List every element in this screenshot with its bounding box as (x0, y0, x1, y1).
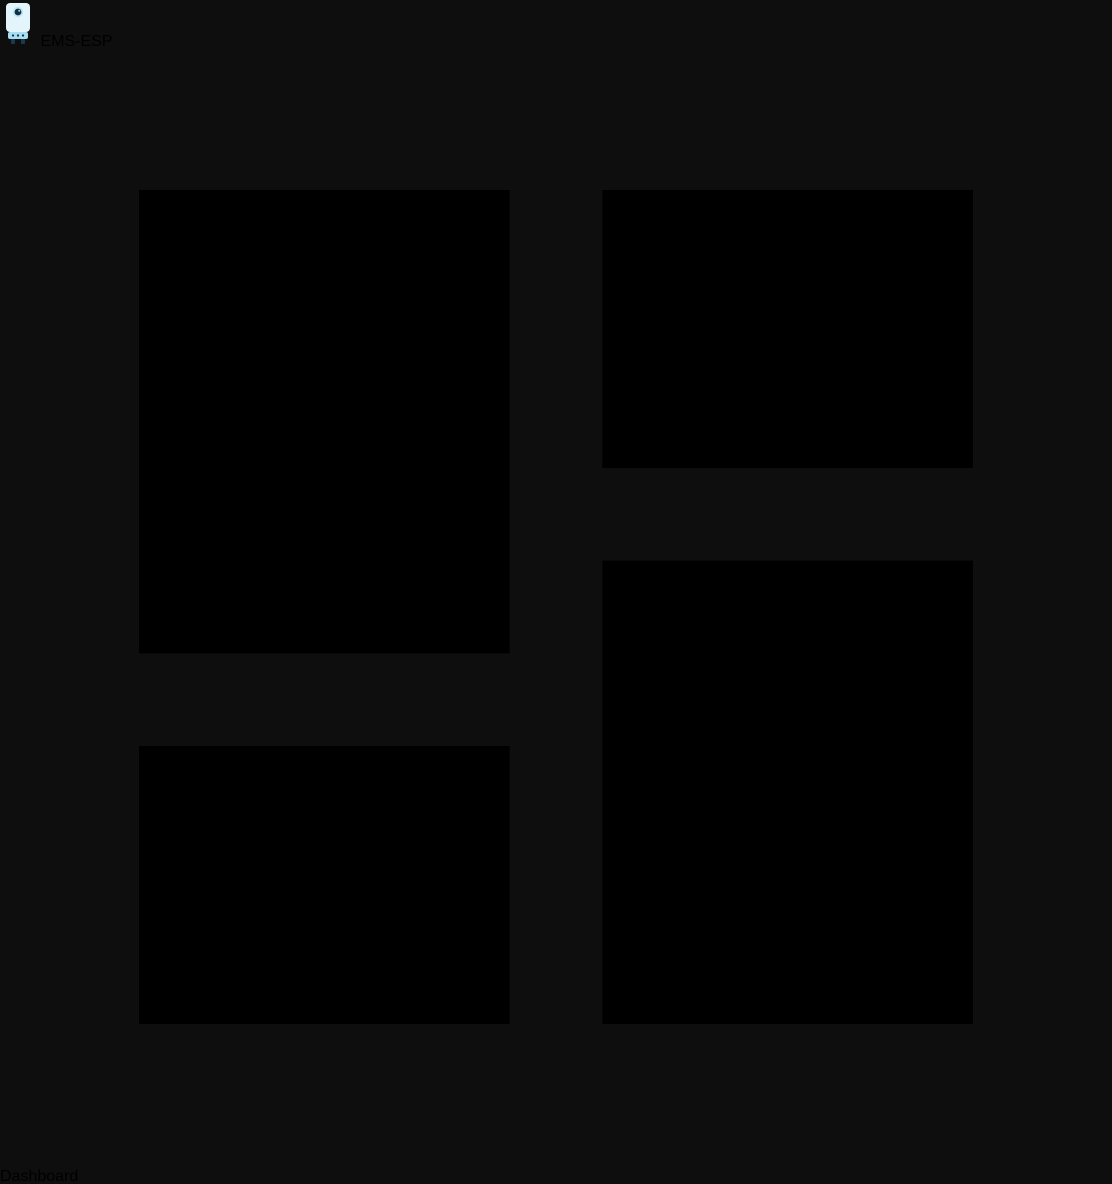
background-image-strip (0, 0, 7, 1184)
logo-bar: EMS-ESP (0, 0, 1112, 51)
app-title: EMS-ESP (40, 33, 112, 50)
sidebar-item-dashboard[interactable]: Dashboard (0, 51, 1112, 1184)
sidebar: DashboardSettingsHelpNetworkAccess Point… (0, 51, 1112, 1184)
ems-esp-app: EMS-ESP DashboardSettingsHelpNetworkAcce… (0, 0, 1112, 1184)
sidebar-item-label: Dashboard (0, 1168, 78, 1184)
dashboard-icon (0, 1150, 1112, 1167)
